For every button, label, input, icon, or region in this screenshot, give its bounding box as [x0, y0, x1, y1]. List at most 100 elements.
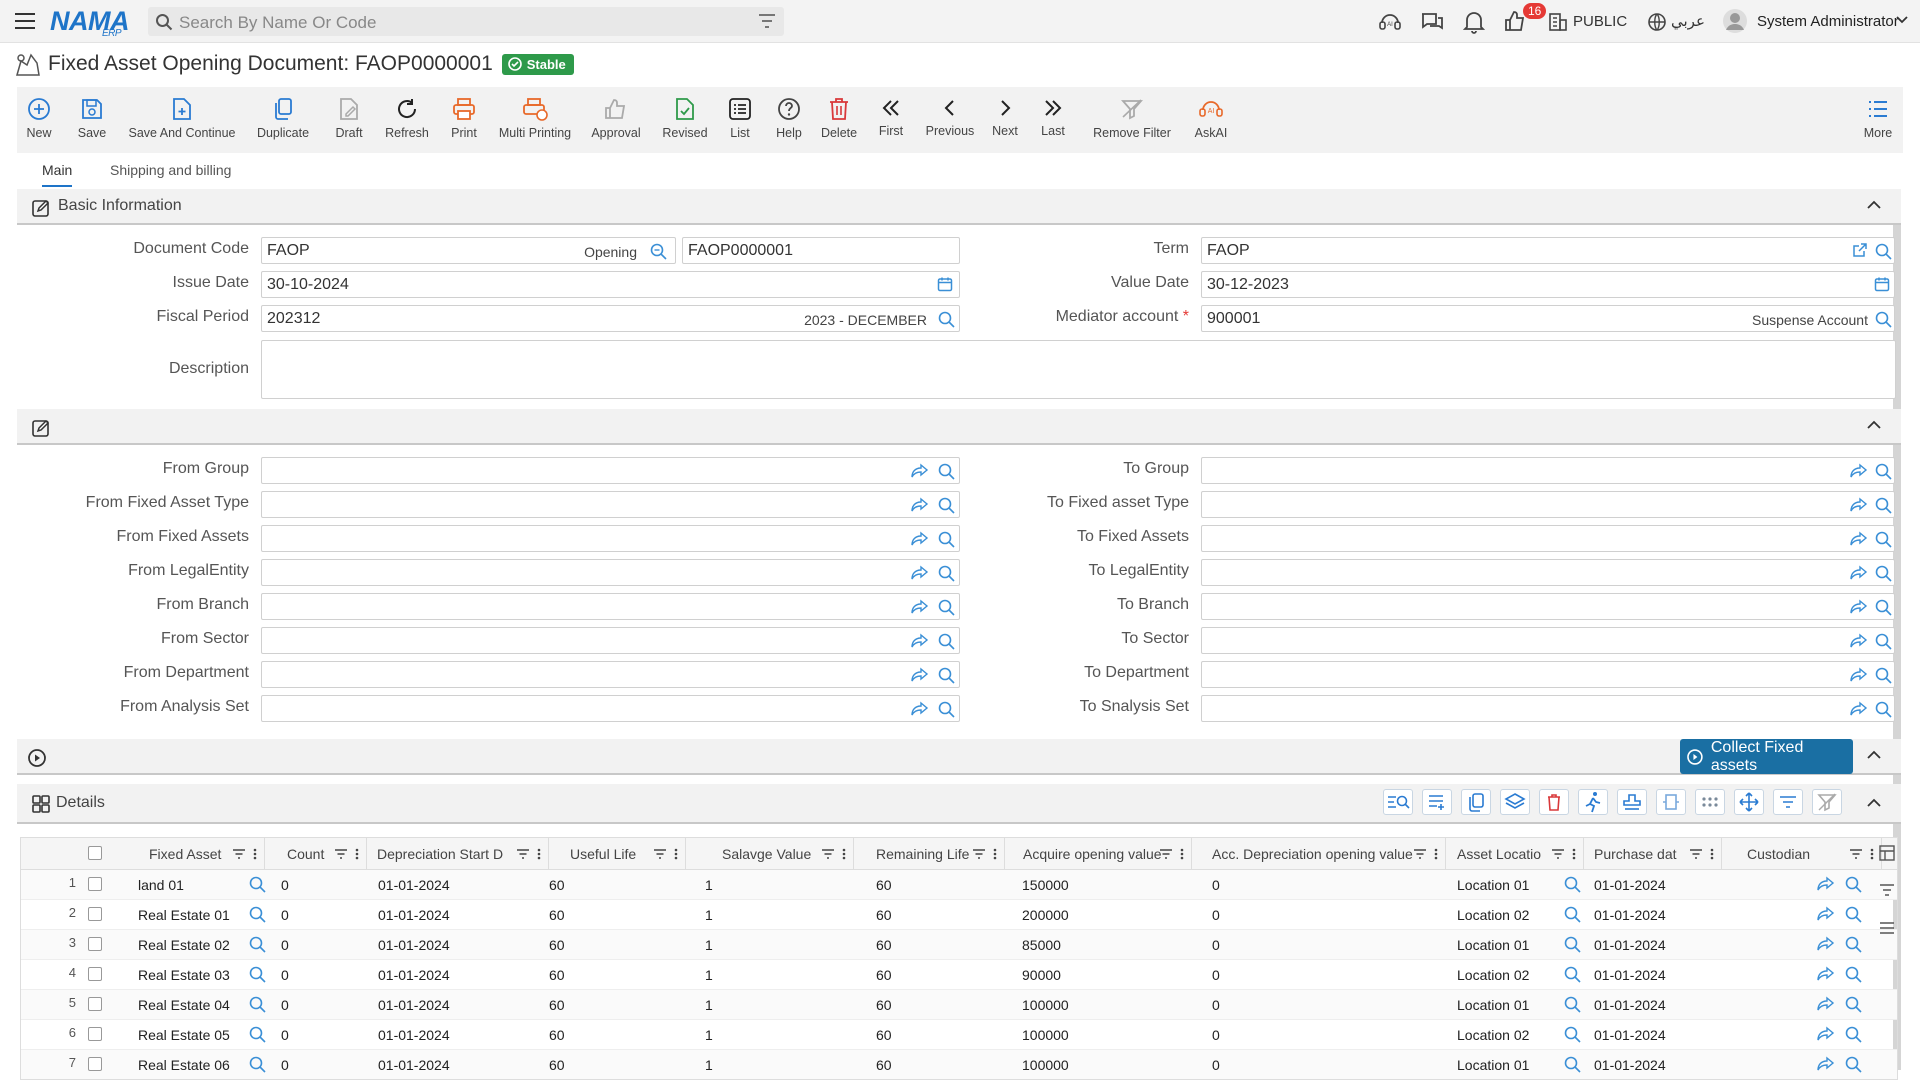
- cell-purchase-date[interactable]: 01-01-2024: [1594, 997, 1666, 1013]
- remove-filter-icon[interactable]: [1812, 789, 1842, 815]
- filter-field-from[interactable]: [261, 525, 960, 552]
- mediator-account-field[interactable]: 900001 Suspense Account: [1201, 305, 1895, 332]
- filter-field-from[interactable]: [261, 695, 960, 722]
- cell-acc-dep[interactable]: 0: [1212, 967, 1220, 983]
- side-menu-icon[interactable]: [1879, 921, 1895, 935]
- filter-field-from[interactable]: [261, 627, 960, 654]
- cell-dep-start[interactable]: 01-01-2024: [378, 907, 450, 923]
- cell-purchase-date[interactable]: 01-01-2024: [1594, 937, 1666, 953]
- column-filter-icon[interactable]: [232, 848, 246, 860]
- column-filter-icon[interactable]: [516, 848, 530, 860]
- column-menu-icon[interactable]: [993, 848, 997, 860]
- delete-row-icon[interactable]: [1539, 789, 1569, 815]
- column-filter-icon[interactable]: [1159, 848, 1173, 860]
- cell-dep-start[interactable]: 01-01-2024: [378, 937, 450, 953]
- lookup-icon[interactable]: [248, 935, 266, 953]
- chevron-down-icon[interactable]: [1896, 16, 1908, 24]
- filter-field-from[interactable]: [261, 593, 960, 620]
- column-header[interactable]: Purchase dat: [1594, 846, 1677, 862]
- play-circle-icon[interactable]: [27, 748, 47, 768]
- filter-field-to[interactable]: [1201, 695, 1895, 722]
- lookup-icon[interactable]: [1844, 995, 1862, 1013]
- column-header[interactable]: Acc. Depreciation opening value: [1212, 846, 1413, 862]
- lookup-icon[interactable]: [937, 530, 955, 548]
- lookup-icon[interactable]: [1563, 935, 1581, 953]
- filter-field-to[interactable]: [1201, 559, 1895, 586]
- chevron-up-icon[interactable]: [1867, 798, 1881, 807]
- column-menu-icon[interactable]: [1572, 848, 1576, 860]
- lookup-icon[interactable]: [248, 1025, 266, 1043]
- share-icon[interactable]: [1850, 497, 1868, 513]
- cell-life[interactable]: 60: [549, 907, 565, 923]
- table-row[interactable]: 6 Real Estate 05 0 01-01-2024 60 1 60 100000 0…: [21, 1020, 1897, 1050]
- share-icon[interactable]: [911, 633, 929, 649]
- column-filter-icon[interactable]: [334, 848, 348, 860]
- cell-acc-dep[interactable]: 0: [1212, 937, 1220, 953]
- share-icon[interactable]: [1850, 531, 1868, 547]
- lookup-icon[interactable]: [1874, 310, 1892, 328]
- column-menu-icon[interactable]: [1870, 848, 1874, 860]
- cell-purchase-date[interactable]: 01-01-2024: [1594, 967, 1666, 983]
- lookup-icon[interactable]: [248, 965, 266, 983]
- share-icon[interactable]: [1850, 667, 1868, 683]
- column-menu-icon[interactable]: [1434, 848, 1438, 860]
- filter-field-to[interactable]: [1201, 457, 1895, 484]
- filter-field-to[interactable]: [1201, 661, 1895, 688]
- lookup-icon[interactable]: [1874, 666, 1892, 684]
- column-filter-icon[interactable]: [821, 848, 835, 860]
- dots-grid-icon[interactable]: [1695, 789, 1725, 815]
- lookup-icon[interactable]: [1563, 905, 1581, 923]
- lookup-icon[interactable]: [937, 632, 955, 650]
- cell-acc-dep[interactable]: 0: [1212, 1057, 1220, 1073]
- lookup-icon[interactable]: [248, 995, 266, 1013]
- print-button[interactable]: Print: [444, 87, 484, 153]
- column-divider[interactable]: [1004, 838, 1005, 870]
- cell-asset-location[interactable]: Location 01: [1457, 1057, 1529, 1073]
- lookup-icon[interactable]: [1874, 242, 1892, 260]
- table-row[interactable]: 7 Real Estate 06 0 01-01-2024 60 1 60 100000 0…: [21, 1050, 1897, 1079]
- share-icon[interactable]: [1850, 599, 1868, 615]
- chevron-up-icon[interactable]: [1867, 750, 1881, 759]
- issue-date-field[interactable]: 30-10-2024: [261, 271, 960, 298]
- cell-life[interactable]: 60: [549, 967, 565, 983]
- lookup-icon[interactable]: [1874, 462, 1892, 480]
- lookup-icon[interactable]: [1563, 965, 1581, 983]
- side-filter-icon[interactable]: [1879, 883, 1895, 897]
- share-icon[interactable]: [911, 497, 929, 513]
- cell-fixed-asset[interactable]: Real Estate 01: [138, 907, 230, 923]
- cell-purchase-date[interactable]: 01-01-2024: [1594, 1057, 1666, 1073]
- run-icon[interactable]: [1578, 789, 1608, 815]
- cell-salvage[interactable]: 1: [705, 1027, 713, 1043]
- cell-dep-start[interactable]: 01-01-2024: [378, 997, 450, 1013]
- lookup-icon[interactable]: [248, 1055, 266, 1073]
- document-number-field[interactable]: FAOP0000001: [682, 237, 960, 264]
- share-icon[interactable]: [911, 667, 929, 683]
- open-link-icon[interactable]: [1852, 242, 1868, 258]
- cell-acquire[interactable]: 85000: [1022, 937, 1061, 953]
- cell-count[interactable]: 0: [281, 967, 289, 983]
- lookup-icon[interactable]: [1874, 632, 1892, 650]
- lookup-icon[interactable]: [937, 310, 955, 328]
- cell-life[interactable]: 60: [549, 997, 565, 1013]
- row-checkbox[interactable]: [88, 967, 102, 981]
- stamp-icon[interactable]: [1617, 789, 1647, 815]
- last-button[interactable]: Last: [1038, 87, 1068, 153]
- lookup-icon[interactable]: [937, 700, 955, 718]
- lookup-icon[interactable]: [1563, 1055, 1581, 1073]
- table-row[interactable]: 4 Real Estate 03 0 01-01-2024 60 1 60 90000 0 …: [21, 960, 1897, 990]
- cell-fixed-asset[interactable]: Real Estate 02: [138, 937, 230, 953]
- cell-fixed-asset[interactable]: Real Estate 03: [138, 967, 230, 983]
- cell-acquire[interactable]: 100000: [1022, 1027, 1069, 1043]
- lookup-icon[interactable]: [649, 242, 667, 260]
- cell-count[interactable]: 0: [281, 907, 289, 923]
- save-button[interactable]: Save: [77, 87, 107, 153]
- cell-count[interactable]: 0: [281, 1027, 289, 1043]
- share-icon[interactable]: [1817, 876, 1835, 892]
- lookup-icon[interactable]: [1874, 598, 1892, 616]
- column-menu-icon[interactable]: [842, 848, 846, 860]
- filter-field-from[interactable]: [261, 661, 960, 688]
- search-input[interactable]: Search By Name Or Code: [179, 13, 376, 33]
- column-divider[interactable]: [1191, 838, 1192, 870]
- cell-asset-location[interactable]: Location 01: [1457, 937, 1529, 953]
- user-name[interactable]: System Administrator: [1757, 13, 1899, 30]
